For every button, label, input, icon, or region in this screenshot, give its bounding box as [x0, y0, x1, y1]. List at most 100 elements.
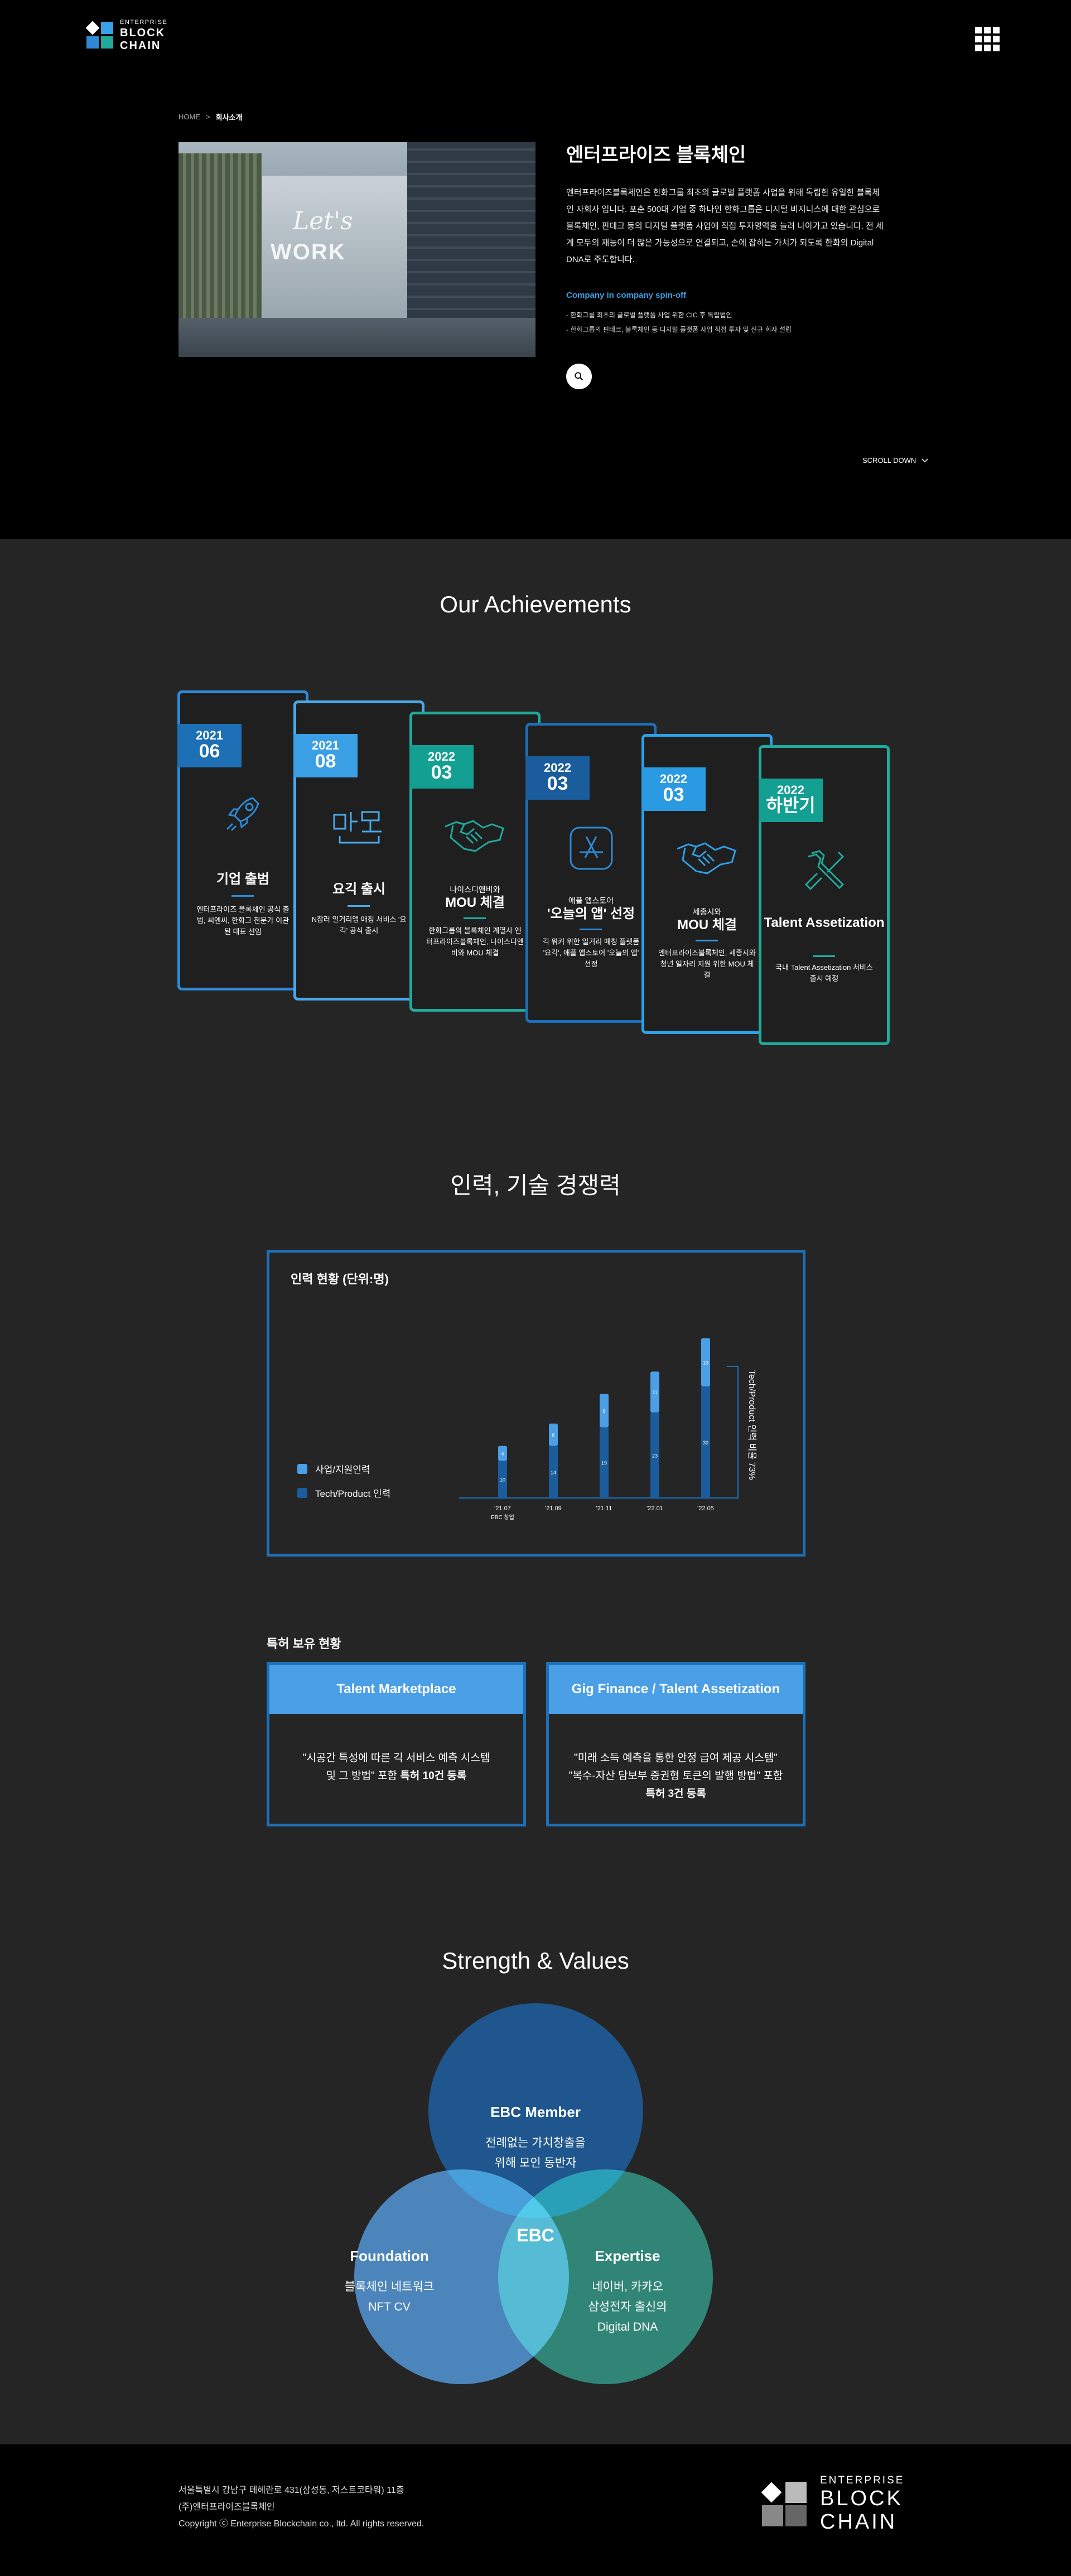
staff-chart-box: 인력 현황 (단위:명) 사업/지원인력 Tech/Product 인력 10 4… [267, 1250, 805, 1557]
tools-icon [761, 845, 887, 898]
patent-line-2: "복수-자산 담보부 증권형 토큰의 발행 방법" 포함 [568, 1770, 783, 1782]
achievement-card[interactable]: 2022 03 애플 앱스토어 '오늘의 앱' 선정 긱 워커 위한 일거리 매… [525, 723, 657, 1023]
bar-support-label: 9 [602, 1408, 605, 1414]
venn-line-1: 네이버, 카카오 [592, 2280, 663, 2293]
logo-line-2: CHAIN [120, 40, 161, 52]
patent-header: Gig Finance / Talent Assetization [549, 1665, 803, 1714]
card-month: 하반기 [766, 795, 816, 815]
breadcrumb-home[interactable]: HOME [178, 113, 200, 121]
photo-sign-work: WORK [271, 240, 346, 264]
breadcrumb-separator: > [206, 113, 210, 121]
bar-tech-label: 30 [703, 1440, 708, 1446]
card-description: 엔터프라이즈블록체인, 세종시와 청년 일자리 지원 위한 MOU 체결 [658, 949, 756, 979]
bar-support-label: 11 [652, 1390, 657, 1395]
achievement-card[interactable]: 2022 03 나이스디앤비와 MOU 체결 한화그룹의 블록체인 계열사 엔터… [409, 712, 541, 1012]
footer-logo[interactable]: ENTERPRISE BLOCK CHAIN [759, 2475, 904, 2532]
chevron-down-icon [922, 458, 928, 462]
footer-company: (주)엔터프라이즈블록체인 [178, 2502, 275, 2512]
patents-title: 특허 보유 현황 [267, 1637, 341, 1651]
card-year: 2022 [777, 783, 804, 797]
achievement-card[interactable]: 2021 08 요긱 출시 N잡러 일거리앱 매칭 서비스 '요긱' 공식 출시 [293, 700, 424, 1001]
logo-small-text: ENTERPRISE [120, 19, 168, 26]
card-year: 2022 [544, 761, 571, 775]
bar-tech-label: 14 [551, 1470, 556, 1475]
card-title: MOU 체결 [445, 895, 505, 910]
card-title: 요긱 출시 [332, 882, 385, 897]
footer-logo-small: ENTERPRISE [820, 2474, 905, 2486]
card-pretitle: 애플 앱스토어 [568, 896, 614, 905]
x-tick-label: '21.11 [596, 1505, 612, 1512]
handshake-icon [412, 812, 538, 859]
card-month: 03 [431, 762, 452, 783]
rocket-icon [180, 788, 306, 841]
card-year: 2022 [428, 750, 455, 763]
x-tick-label: '22.01 [647, 1505, 663, 1512]
footer-address: 서울특별시 강남구 테헤란로 431(삼성동, 저스트코타워) 11층 [178, 2486, 404, 2495]
card-title: '오늘의 앱' 선정 [547, 906, 635, 921]
patent-card: Gig Finance / Talent Assetization "미래 소득… [546, 1662, 805, 1826]
venn-line-2: 위해 모인 동반자 [494, 2157, 577, 2169]
hero-text: 엔터프라이즈 블록체인 엔터프라이즈블록체인은 한화그룹 최초의 글로벌 플랫폼… [566, 139, 884, 337]
achievement-card[interactable]: 2022 하반기 Talent Assetization 국내 Talent A… [759, 745, 890, 1045]
card-title: MOU 체결 [677, 917, 737, 932]
yogig-icon [296, 804, 422, 851]
venn-title: Foundation [350, 2248, 429, 2264]
hero-title: 엔터프라이즈 블록체인 [566, 144, 746, 166]
card-pretitle: 나이스디앤비와 [450, 885, 500, 894]
competency-title: 인력, 기술 경쟁력 [450, 1172, 621, 1198]
venn-line-1: 전례없는 가치창출을 [485, 2137, 586, 2149]
venn-line-3: Digital DNA [597, 2321, 658, 2333]
card-month: 06 [199, 741, 220, 762]
scroll-down-link[interactable]: SCROLL DOWN [862, 456, 928, 465]
legend-item-tech: Tech/Product 인력 [297, 1486, 390, 1500]
footer-logo-line-1: BLOCK [820, 2487, 903, 2510]
legend-label: 사업/지원인력 [315, 1465, 370, 1475]
venn-line-2: 삼성전자 출신의 [588, 2300, 667, 2313]
patent-line-1: "시공간 특성에 따른 긱 서비스 예측 시스템 [302, 1752, 490, 1764]
x-tick-label: '21.07 [494, 1505, 511, 1512]
site-logo[interactable]: ENTERPRISE BLOCK CHAIN [85, 19, 168, 52]
x-tick-label: '22.05 [697, 1505, 714, 1512]
venn-line-1: 블록체인 네트워크 [344, 2280, 435, 2293]
card-year: 2021 [196, 728, 223, 742]
footer-logo-mark-icon [759, 2478, 810, 2530]
ratio-bracket [727, 1366, 739, 1499]
card-description: 엔터프라이즈 블록체인 공식 출범, 씨엔씨, 한화그 전문가 이관된 대표 선… [196, 905, 290, 936]
bar-support-label: 6 [552, 1433, 554, 1438]
card-month: 08 [315, 751, 336, 772]
achievements-title: Our Achievements [440, 591, 631, 617]
venn-title: EBC Member [490, 2104, 581, 2120]
scroll-down-label: SCROLL DOWN [862, 456, 916, 465]
card-month: 03 [663, 784, 684, 805]
achievement-card[interactable]: 2022 03 세종시와 MOU 체결 엔터프라이즈블록체인, 세종시와 청년 … [641, 734, 773, 1034]
breadcrumb: HOME > 회사소개 [178, 112, 242, 122]
card-pretitle: 세종시와 [692, 907, 722, 916]
card-description: 긱 워커 위한 일거리 매칭 플랫폼 '요긱', 애플 앱스토어 '오늘의 앱'… [542, 937, 640, 968]
achievement-card[interactable]: 2021 06 기업 출범 엔터프라이즈 블록체인 공식 출범, 씨엔씨, 한화… [177, 690, 308, 990]
logo-line-1: BLOCK [120, 27, 166, 39]
search-button[interactable] [566, 364, 592, 389]
handshake-icon [644, 834, 770, 882]
legend-item-support: 사업/지원인력 [297, 1462, 370, 1476]
patent-count: 특허 10건 등록 [400, 1770, 467, 1782]
card-year: 2021 [312, 738, 339, 752]
appstore-icon [528, 823, 654, 876]
site-footer: 서울특별시 강남구 테헤란로 431(삼성동, 저스트코타워) 11층 (주)엔… [0, 2444, 1071, 2576]
patent-line-1: "미래 소득 예측을 통한 안정 급여 제공 시스템" [573, 1752, 778, 1764]
patent-card: Talent Marketplace "시공간 특성에 따른 긱 서비스 예측 … [267, 1662, 526, 1826]
x-tick-note: EBC 창업 [491, 1514, 514, 1521]
chart-title: 인력 현황 (단위:명) [291, 1272, 389, 1286]
hero-subheading: Company in company spin-off [566, 291, 687, 300]
hero-bullet-1: - 한화그룹 최초의 글로벌 플랫폼 사업 위한 CIC 후 독립법인 [566, 311, 732, 319]
grid-menu-icon[interactable] [975, 27, 1000, 51]
search-icon [575, 372, 583, 381]
patent-count: 특허 3건 등록 [645, 1788, 706, 1800]
breadcrumb-current: 회사소개 [215, 113, 243, 122]
card-title: 기업 출범 [216, 872, 269, 887]
card-description: 한화그룹의 블록체인 계열사 엔터프라이즈블록체인, 나이스디앤비와 MOU 체… [426, 926, 524, 957]
venn-text-member: EBC Member 전례없는 가치창출을 위해 모인 동반자 [452, 2104, 619, 2173]
patent-line-2: 및 그 방법" 포함 [326, 1770, 401, 1782]
venn-text-foundation: Foundation 블록체인 네트워크 NFT CV [306, 2248, 473, 2317]
tech-ratio-label: Tech/Product 인력 비율 73% [747, 1370, 757, 1480]
footer-logo-line-2: CHAIN [820, 2510, 898, 2534]
